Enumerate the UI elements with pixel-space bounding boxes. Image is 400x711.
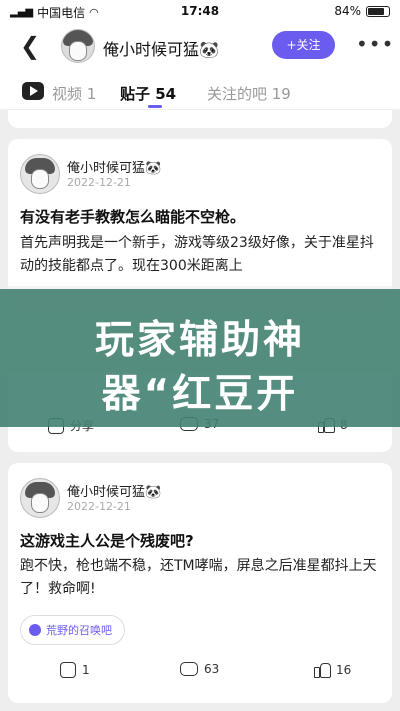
tab-posts[interactable]: 贴子 54 <box>120 83 176 104</box>
video-play-icon <box>22 82 44 100</box>
post-body[interactable]: 首先声明我是一个新手，游戏等级23级好像，关于准星抖动的技能都点了。现在300米… <box>20 232 382 278</box>
post-date: 2022-12-21 <box>67 176 131 189</box>
more-dots-icon[interactable]: ••• <box>356 32 394 56</box>
active-tab-indicator <box>148 105 162 108</box>
post-card[interactable]: 俺小时候可猛🐼 2022-12-21 这游戏主人公是个残废吧? 跑不快，枪也端不… <box>8 463 392 703</box>
forum-tag-chip[interactable]: 荒野的召唤吧 <box>20 615 125 645</box>
profile-header: ❮ 俺小时候可猛🐼 +关注 ••• <box>0 24 400 68</box>
post-body[interactable]: 跑不快，枪也端不稳，还TM哮喘，屏息之后准星都抖上天了！救命啊! <box>20 555 382 601</box>
previous-post-card-bottom <box>8 110 392 128</box>
avatar[interactable] <box>20 478 60 518</box>
overlay-line-2: 器“红豆开 <box>101 372 299 417</box>
overlay-line-1: 玩家辅助神 <box>94 318 305 363</box>
battery-percent: 84% <box>334 4 361 18</box>
battery-icon <box>366 5 390 17</box>
comment-icon <box>180 662 198 676</box>
post-author[interactable]: 俺小时候可猛🐼 <box>67 157 161 176</box>
share-button[interactable]: 1 <box>60 662 90 678</box>
like-count: 16 <box>336 663 352 677</box>
forum-tag-label: 荒野的召唤吧 <box>46 624 112 637</box>
like-button[interactable]: 16 <box>314 662 351 678</box>
tab-videos[interactable]: 视频 1 <box>52 83 96 104</box>
post-title[interactable]: 有没有老手教教怎么瞄能不空枪。 <box>20 206 245 227</box>
post-actions: 1 63 16 <box>8 662 392 686</box>
post-author[interactable]: 俺小时候可猛🐼 <box>67 481 161 500</box>
avatar[interactable] <box>61 29 95 63</box>
profile-tabs: 视频 1 贴子 54 关注的吧 19 <box>0 68 400 110</box>
thumbs-up-icon <box>314 662 331 678</box>
forum-badge-icon <box>29 624 41 636</box>
status-right: 84% <box>334 4 390 18</box>
comment-button[interactable]: 63 <box>180 662 219 676</box>
post-title[interactable]: 这游戏主人公是个残废吧? <box>20 530 194 551</box>
post-date: 2022-12-21 <box>67 500 131 513</box>
comment-count: 63 <box>204 662 220 676</box>
tab-followed-bars[interactable]: 关注的吧 19 <box>207 83 291 104</box>
share-label: 1 <box>82 663 90 677</box>
follow-button[interactable]: +关注 <box>272 31 335 59</box>
avatar[interactable] <box>20 154 60 194</box>
promo-overlay-banner: 玩家辅助神 器“红豆开 <box>0 289 400 427</box>
status-bar: ▂▄▆ 中国电信 ◠ 17:48 84% <box>0 0 400 24</box>
share-icon <box>60 662 76 678</box>
back-chevron-icon[interactable]: ❮ <box>20 32 40 60</box>
profile-username: 俺小时候可猛🐼 <box>103 40 219 59</box>
